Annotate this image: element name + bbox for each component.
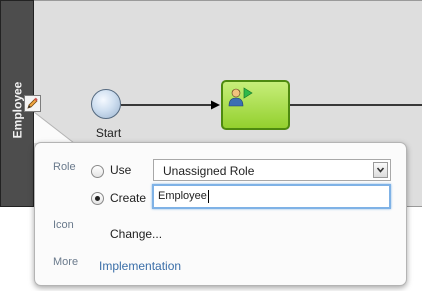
role-select-value: Unassigned Role	[163, 164, 255, 178]
radio-selected-dot	[95, 196, 100, 201]
role-select[interactable]: Unassigned Role	[153, 159, 391, 181]
pencil-icon[interactable]	[24, 95, 41, 112]
lane-properties-popover: Role Use Unassigned Role Create Employee…	[34, 142, 407, 286]
new-role-name-value: Employee	[158, 190, 207, 202]
use-role-radio[interactable]	[91, 165, 104, 178]
start-event[interactable]	[91, 89, 121, 119]
popover-pointer	[34, 112, 75, 144]
user-task-icon	[228, 87, 253, 107]
text-caret	[208, 190, 209, 203]
change-icon-link[interactable]: Change...	[110, 227, 162, 241]
new-role-name-input[interactable]: Employee	[152, 184, 391, 209]
role-label: Role	[53, 161, 76, 173]
start-event-label: Start	[95, 126, 122, 140]
icon-label: Icon	[53, 219, 74, 231]
user-task[interactable]	[221, 80, 290, 130]
use-role-label[interactable]: Use	[110, 163, 131, 177]
create-role-radio[interactable]	[91, 192, 104, 205]
chevron-down-icon[interactable]	[373, 162, 388, 178]
more-label: More	[53, 256, 79, 268]
create-role-label[interactable]: Create	[110, 191, 146, 205]
lane-title-text: Employee	[10, 81, 25, 139]
implementation-link[interactable]: Implementation	[99, 259, 181, 273]
